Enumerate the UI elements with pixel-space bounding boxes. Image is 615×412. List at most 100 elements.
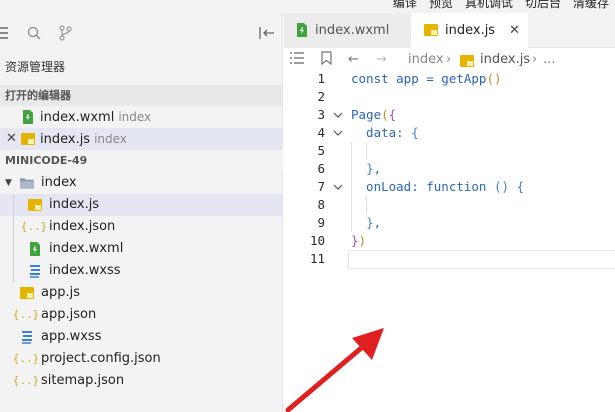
menu-preview[interactable]: 预览 xyxy=(423,0,459,11)
close-icon[interactable]: ✕ xyxy=(6,128,17,150)
wxss-file-icon xyxy=(28,264,42,278)
menu-remote-debug[interactable]: 真机调试 xyxy=(459,0,519,11)
chevron-down-icon: ▼ xyxy=(5,178,12,188)
code-line-6[interactable]: }, xyxy=(351,160,381,178)
collapse-panel-icon[interactable] xyxy=(258,24,276,42)
tree-file-index-json[interactable]: {..} index.json xyxy=(0,216,283,238)
breadcrumb-folder[interactable]: index xyxy=(408,52,444,67)
project-header[interactable]: MINICODE-49 xyxy=(0,150,283,171)
tree-item-label: index xyxy=(41,175,77,190)
wxml-file-icon xyxy=(295,23,309,37)
tree-item-label: app.js xyxy=(41,285,80,300)
json-file-icon: {..} xyxy=(20,220,48,233)
tree-item-label: project.config.json xyxy=(41,351,161,366)
open-editor-item-index-wxml[interactable]: index.wxml index xyxy=(0,106,283,128)
tab-index-js[interactable]: index.js ✕ xyxy=(411,13,528,48)
tab-index-wxml[interactable]: index.wxml xyxy=(284,13,411,48)
line-number: 9 xyxy=(317,215,325,230)
code-token: } xyxy=(366,161,374,176)
open-editor-dir: index xyxy=(118,110,152,124)
tab-label: index.js xyxy=(445,23,496,38)
js-file-icon xyxy=(28,198,42,212)
source-control-icon[interactable] xyxy=(56,24,74,42)
menu-compile[interactable]: 编译 xyxy=(387,0,423,11)
tree-folder-index[interactable]: ▼ index xyxy=(0,172,283,194)
code-line-10[interactable]: }) xyxy=(351,232,366,250)
line-number: 5 xyxy=(317,143,325,158)
tree-item-label: index.json xyxy=(49,219,116,234)
breadcrumb-more[interactable]: ... xyxy=(543,52,555,67)
search-icon[interactable] xyxy=(25,24,43,42)
explorer-sidebar: 资源管理器 打开的编辑器 index.wxml index ✕ index.js i… xyxy=(0,13,283,412)
tree-file-project-config-json[interactable]: {..} project.config.json xyxy=(0,348,283,370)
tree-item-label: app.json xyxy=(41,307,97,322)
close-tab-icon[interactable]: ✕ xyxy=(509,13,520,48)
top-menu-bar: 编译 预览 真机调试 切后台 清缓存 xyxy=(0,0,615,13)
open-editor-item-index-js[interactable]: ✕ index.js index xyxy=(0,128,283,150)
js-file-icon xyxy=(21,132,35,146)
menu-clear-cache[interactable]: 清缓存 xyxy=(567,0,615,11)
code-token: { xyxy=(411,125,419,140)
json-file-icon: {..} xyxy=(12,374,40,387)
line-number: 3 xyxy=(317,107,325,122)
menu-background[interactable]: 切后台 xyxy=(519,0,567,11)
line-number: 6 xyxy=(317,161,325,176)
open-editors-header[interactable]: 打开的编辑器 xyxy=(0,85,283,106)
code-token: onLoad: function xyxy=(351,179,494,194)
annotation-arrow-icon xyxy=(285,328,384,412)
indent-guide xyxy=(366,142,367,160)
chevron-right-icon: › xyxy=(446,52,452,67)
tree-item-label: index.js xyxy=(49,197,100,212)
open-editor-name: index.wxml xyxy=(40,110,115,125)
code-line-7[interactable]: onLoad: function () { xyxy=(351,178,524,196)
line-number: 10 xyxy=(309,233,325,248)
code-token: const app = getApp xyxy=(351,71,487,86)
code-line-3[interactable]: Page({ xyxy=(351,106,396,124)
editor-tab-bar: index.wxml index.js ✕ xyxy=(284,13,615,48)
tree-file-index-wxml[interactable]: index.wxml xyxy=(0,238,283,260)
json-file-icon: {..} xyxy=(12,308,40,321)
code-token: () xyxy=(494,179,510,194)
tab-label: index.wxml xyxy=(315,23,390,38)
line-number: 8 xyxy=(317,197,325,212)
tree-file-app-wxss[interactable]: app.wxss xyxy=(0,326,283,348)
outline-icon[interactable] xyxy=(290,52,304,68)
tree-item-label: sitemap.json xyxy=(41,373,125,388)
code-line-1[interactable]: const app = getApp() xyxy=(351,70,502,88)
code-token: , xyxy=(373,215,382,230)
tree-file-app-json[interactable]: {..} app.json xyxy=(0,304,283,326)
code-line-4[interactable]: data: { xyxy=(351,124,419,142)
forward-arrow-icon[interactable]: → xyxy=(376,52,387,67)
code-line-9[interactable]: }, xyxy=(351,214,381,232)
code-token: } xyxy=(366,215,374,230)
explorer-title: 资源管理器 xyxy=(5,60,66,74)
indent-guide xyxy=(366,196,367,214)
tree-file-index-wxss[interactable]: index.wxss xyxy=(0,260,283,282)
js-file-icon xyxy=(460,54,474,68)
tree-item-label: index.wxml xyxy=(49,241,124,256)
sidebar-toolbar xyxy=(0,13,283,51)
folder-icon xyxy=(20,176,34,190)
breadcrumb: ← → index › index.js › ... xyxy=(284,48,615,72)
fold-chevron-icon[interactable] xyxy=(333,124,343,149)
json-file-icon: {..} xyxy=(12,352,40,365)
code-token: data: xyxy=(351,125,412,140)
wxml-file-icon xyxy=(21,110,35,124)
code-token: { xyxy=(388,107,397,122)
back-arrow-icon[interactable]: ← xyxy=(348,52,359,67)
line-number: 4 xyxy=(317,125,325,140)
tree-file-app-js[interactable]: app.js xyxy=(0,282,283,304)
code-token: Page xyxy=(351,107,382,122)
tree-item-label: app.wxss xyxy=(41,329,102,344)
breadcrumb-file[interactable]: index.js xyxy=(480,52,530,67)
js-file-icon xyxy=(20,286,34,300)
menu-icon[interactable] xyxy=(0,24,12,42)
fold-chevron-icon[interactable] xyxy=(333,178,343,203)
wxss-file-icon xyxy=(20,330,34,344)
tree-file-sitemap-json[interactable]: {..} sitemap.json xyxy=(0,370,283,392)
code-token: ) xyxy=(358,233,367,248)
top-menu: 编译 预览 真机调试 切后台 清缓存 xyxy=(387,0,615,11)
tree-file-index-js[interactable]: index.js xyxy=(0,194,283,216)
code-token: { xyxy=(516,179,525,194)
bookmark-icon[interactable] xyxy=(321,51,332,69)
